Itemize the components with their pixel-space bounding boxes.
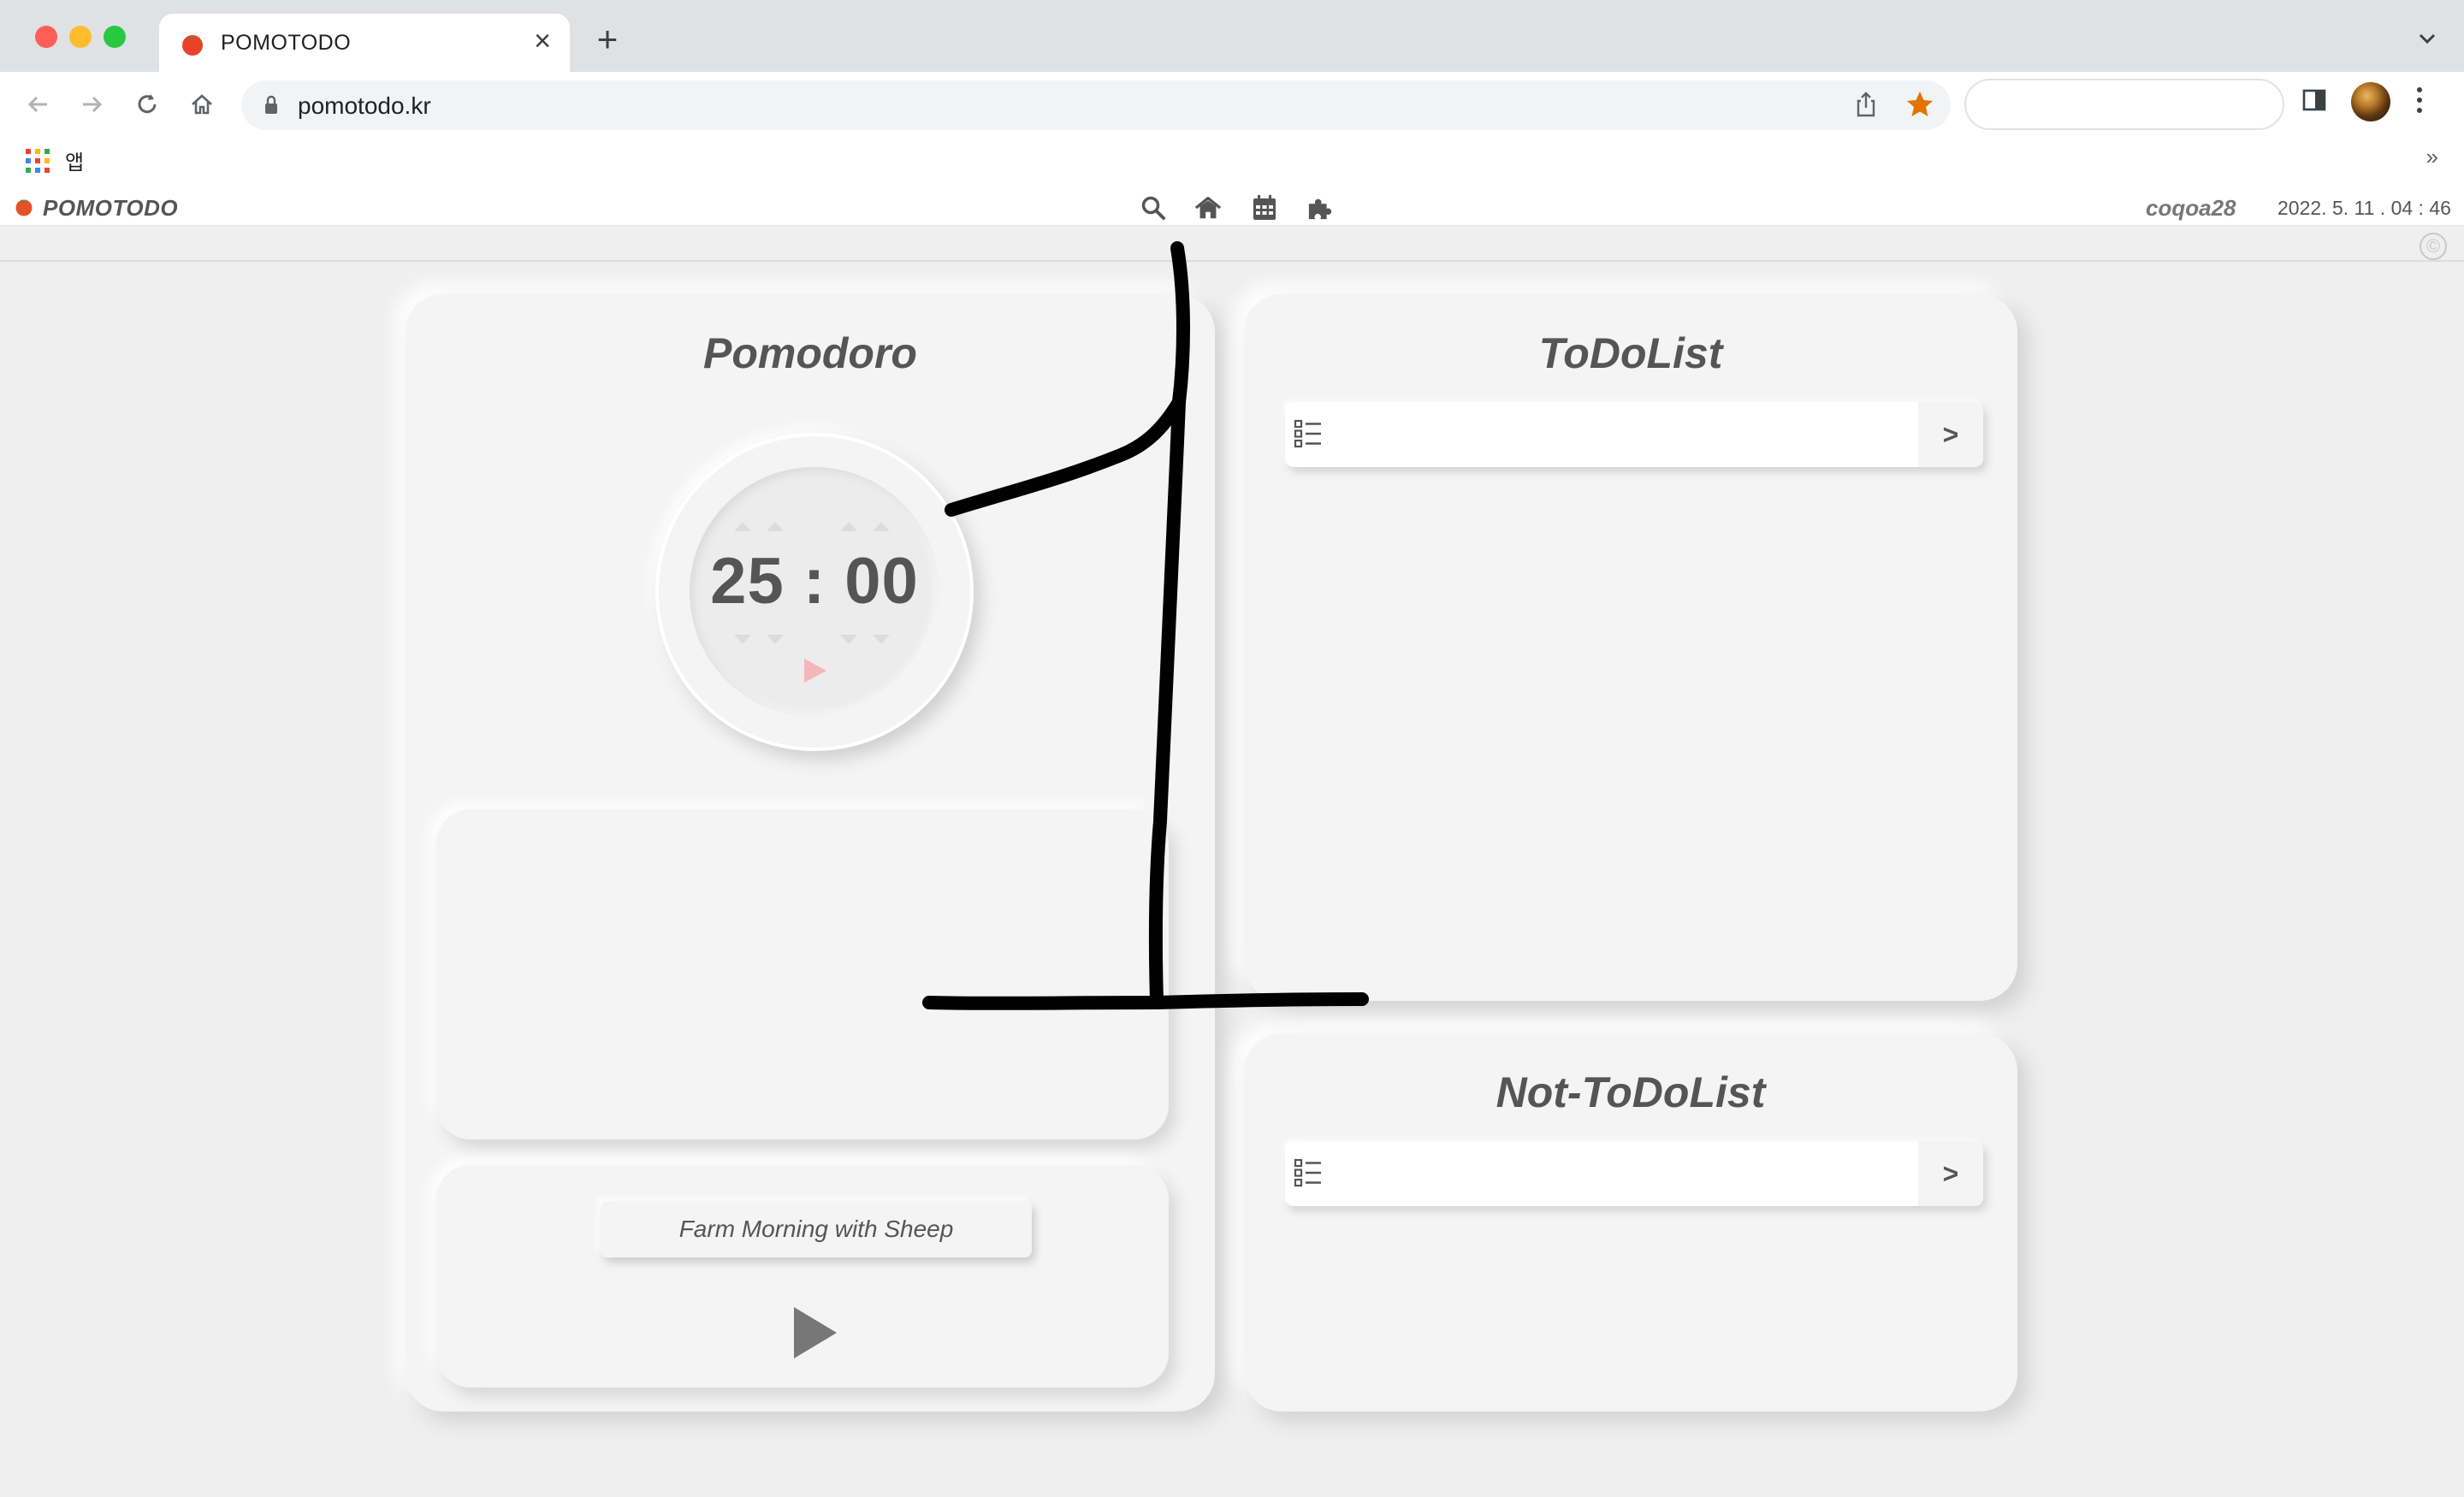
home-outline-icon	[192, 94, 212, 115]
apps-bookmark-label[interactable]: 앱	[65, 145, 84, 175]
seconds-ones-down-icon[interactable]	[873, 635, 890, 644]
timer-display: 25 : 00	[690, 544, 939, 618]
bookmarks-overflow-button[interactable]: »	[2426, 144, 2438, 170]
window-maximize-button[interactable]	[104, 26, 126, 48]
todo-card: ToDoList >	[1244, 294, 2017, 1001]
timer-face: 25 : 00	[690, 467, 939, 717]
back-button[interactable]	[19, 86, 56, 123]
browser-tab-active[interactable]: POMOTODO ×	[159, 14, 570, 72]
tomato-logo-icon	[15, 199, 33, 216]
timer-play-icon[interactable]	[804, 659, 826, 683]
list-icon	[1294, 1158, 1321, 1187]
window-minimize-button[interactable]	[69, 26, 92, 48]
timer-seconds: 00	[844, 545, 919, 618]
share-icon[interactable]	[1853, 91, 1879, 118]
minutes-tens-up-icon[interactable]	[734, 522, 751, 531]
list-icon	[1294, 419, 1321, 448]
seconds-ones-up-icon[interactable]	[873, 522, 890, 531]
not-todo-input[interactable]	[1331, 1141, 1918, 1206]
not-todo-input-row: >	[1285, 1141, 1983, 1206]
todo-input[interactable]	[1331, 402, 1918, 467]
tomato-icon	[182, 35, 203, 56]
not-todo-submit-button[interactable]: >	[1918, 1141, 1983, 1206]
timer-minutes: 25	[710, 545, 785, 618]
address-bar[interactable]: pomotodo.kr	[241, 80, 1951, 130]
minutes-tens-down-icon[interactable]	[734, 635, 751, 644]
bookmark-star-icon[interactable]	[1904, 89, 1935, 120]
forward-button[interactable]	[74, 86, 111, 123]
kebab-menu-icon[interactable]	[2414, 86, 2425, 115]
window-close-button[interactable]	[35, 26, 57, 48]
profile-avatar[interactable]	[2351, 82, 2390, 121]
apps-grid-icon[interactable]	[26, 149, 50, 173]
user-name[interactable]: coqoa28	[2146, 195, 2236, 222]
home-nav-button[interactable]	[1194, 194, 1222, 222]
new-tab-button[interactable]: +	[590, 19, 625, 59]
timer-dial: 25 : 00	[655, 433, 974, 751]
minutes-ones-up-icon[interactable]	[767, 522, 784, 531]
minutes-ones-down-icon[interactable]	[767, 635, 784, 644]
side-panel-icon[interactable]	[2301, 87, 2327, 113]
pomodoro-title: Pomodoro	[703, 329, 917, 377]
search-button[interactable]	[1140, 194, 1167, 222]
arrow-left-icon	[27, 96, 47, 113]
pomodoro-log-panel	[436, 809, 1169, 1139]
lock-icon	[265, 95, 277, 114]
browser-toolbar: pomotodo.kr 앱 »	[0, 72, 2464, 262]
toolbar-divider	[0, 260, 2464, 262]
arrow-right-icon	[83, 96, 103, 113]
copyright-icon[interactable]: ©	[2420, 233, 2447, 260]
home-icon	[1194, 197, 1222, 219]
music-player-panel: Farm Morning with Sheep	[436, 1165, 1169, 1388]
not-todo-title: Not-ToDoList	[1496, 1068, 1766, 1116]
tab-search-chevron-icon[interactable]	[2414, 26, 2440, 51]
todo-title: ToDoList	[1538, 329, 1723, 377]
search-icon	[1141, 196, 1165, 220]
current-datetime: 2022. 5. 11 . 04 : 46	[2277, 197, 2451, 219]
site-header: POMOTODO coqoa28 2022. 5. 11 . 04 : 46	[0, 190, 2464, 226]
tab-close-button[interactable]: ×	[527, 25, 558, 57]
reload-icon	[138, 94, 157, 114]
puzzle-icon	[1308, 198, 1332, 220]
extension-search-box[interactable]	[1964, 79, 2284, 130]
url-text: pomotodo.kr	[298, 92, 431, 119]
brand-name[interactable]: POMOTODO	[43, 195, 178, 222]
calendar-nav-button[interactable]	[1251, 194, 1278, 222]
seconds-tens-up-icon[interactable]	[840, 522, 857, 531]
tab-title: POMOTODO	[221, 31, 352, 55]
music-play-icon[interactable]	[794, 1307, 837, 1358]
seconds-tens-down-icon[interactable]	[840, 635, 857, 644]
pomodoro-card: Pomodoro 25 : 00 Farm Morning with Sheep	[406, 294, 1215, 1411]
extensions-nav-button[interactable]	[1307, 194, 1335, 222]
timer-separator: :	[803, 545, 826, 618]
not-todo-card: Not-ToDoList >	[1244, 1033, 2017, 1411]
home-button[interactable]	[183, 86, 221, 123]
reload-button[interactable]	[128, 86, 166, 123]
calendar-icon	[1253, 195, 1276, 220]
music-track-title[interactable]: Farm Morning with Sheep	[601, 1201, 1032, 1257]
todo-submit-button[interactable]: >	[1918, 402, 1983, 467]
todo-input-row: >	[1285, 402, 1983, 467]
browser-tab-strip: POMOTODO × +	[0, 0, 2464, 72]
